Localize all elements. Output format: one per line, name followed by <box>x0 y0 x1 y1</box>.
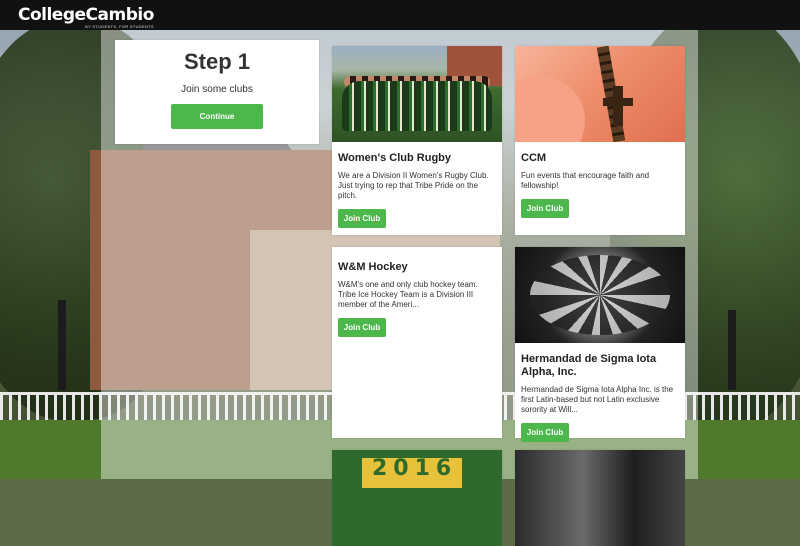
club-name: W&M Hockey <box>338 261 408 273</box>
club-photo <box>332 46 502 142</box>
club-card-sigma-iota-alpha: Hermandad de Sigma Iota Alpha, Inc. Herm… <box>515 247 685 442</box>
club-description: Hermandad de Sigma Iota Alpha Inc. is th… <box>521 385 674 414</box>
club-description: We are a Division II Women's Rugby Club.… <box>338 171 489 200</box>
club-card-ccm: CCM Fun events that encourage faith and … <box>515 46 685 235</box>
logo-text: CollegeCambio <box>18 4 154 25</box>
photo-2016-text: 2016 <box>372 456 458 481</box>
top-navbar: CollegeCambio BY STUDENTS, FOR STUDENTS <box>0 0 800 30</box>
step-card: Step 1 Join some clubs Continue <box>115 40 319 144</box>
club-name: Women's Club Rugby <box>338 152 452 164</box>
continue-button[interactable]: Continue <box>171 104 263 129</box>
join-club-button[interactable]: Join Club <box>338 318 386 337</box>
step-subtitle: Join some clubs <box>181 84 253 95</box>
club-photo <box>515 46 685 142</box>
join-club-button[interactable]: Join Club <box>521 423 569 442</box>
join-club-button[interactable]: Join Club <box>338 209 386 228</box>
club-card-partial <box>515 450 685 546</box>
club-name: CCM <box>521 152 547 164</box>
club-description: Fun events that encourage faith and fell… <box>521 171 650 190</box>
logo-tagline: BY STUDENTS, FOR STUDENTS <box>85 23 154 29</box>
join-club-button[interactable]: Join Club <box>521 199 569 218</box>
club-photo <box>515 247 685 343</box>
club-card-partial: 2016 <box>332 450 502 546</box>
club-photo: 2016 <box>332 450 502 546</box>
collegecambio-logo[interactable]: CollegeCambio BY STUDENTS, FOR STUDENTS <box>18 4 154 28</box>
step-title: Step 1 <box>183 49 251 74</box>
club-name: Hermandad de Sigma Iota Alpha, Inc. <box>521 353 657 378</box>
club-card-womens-rugby: Women's Club Rugby We are a Division II … <box>332 46 502 235</box>
club-photo <box>515 450 685 546</box>
club-description: W&M's one and only club hockey team. Tri… <box>338 280 478 309</box>
club-card-wm-hockey: W&M Hockey W&M's one and only club hocke… <box>332 247 502 438</box>
